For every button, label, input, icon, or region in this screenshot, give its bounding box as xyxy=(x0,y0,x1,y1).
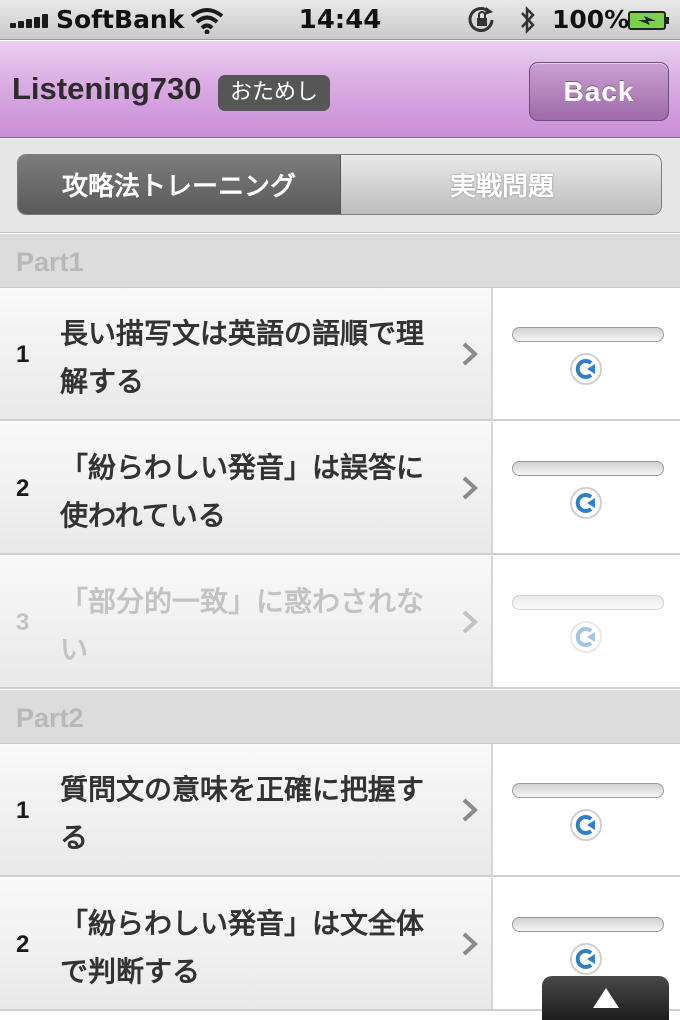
item-title: 質問文の意味を正確に把握する xyxy=(60,773,425,854)
scroll-to-top-button[interactable] xyxy=(542,976,669,1020)
arrow-up-icon xyxy=(592,988,619,1008)
segmented-control: 攻略法トレーニング 実戦問題 xyxy=(17,154,662,215)
progress-bar xyxy=(512,595,664,610)
item-number: 2 xyxy=(16,931,30,958)
item-number: 1 xyxy=(16,797,30,824)
progress-panel xyxy=(491,288,680,419)
section-header-part2: Part2 xyxy=(0,690,680,744)
item-title: 「紛らわしい発音」は文全体で判断する xyxy=(60,907,425,988)
item-title: 長い描写文は英語の語順で理解する xyxy=(60,317,425,398)
progress-bar xyxy=(512,327,664,342)
progress-bar xyxy=(512,461,664,476)
rotation-lock-icon xyxy=(468,7,494,32)
trial-badge: おためし xyxy=(218,75,331,111)
navigation-bar: Listening730 おためし Back xyxy=(0,41,680,138)
progress-panel xyxy=(491,744,680,875)
chevron-right-icon xyxy=(462,610,478,634)
replay-icon[interactable] xyxy=(569,352,603,386)
segment-bar: 攻略法トレーニング 実戦問題 xyxy=(0,139,680,233)
list-item[interactable]: 2 「紛らわしい発音」は誤答に使われている xyxy=(0,422,680,555)
chevron-right-icon xyxy=(462,476,478,500)
replay-icon[interactable] xyxy=(569,808,603,842)
progress-panel xyxy=(491,422,680,553)
bluetooth-icon xyxy=(521,5,535,35)
app-title: Listening730 xyxy=(12,71,202,106)
progress-bar xyxy=(512,917,664,932)
chevron-right-icon xyxy=(462,342,478,366)
section-header-part1: Part1 xyxy=(0,234,680,288)
replay-icon[interactable] xyxy=(569,942,603,976)
item-title: 「部分的一致」に惑わされない xyxy=(60,585,425,666)
chevron-right-icon xyxy=(462,932,478,956)
status-bar: SoftBank 14:44 100% xyxy=(0,0,680,40)
progress-bar xyxy=(512,783,664,798)
battery-charging-icon xyxy=(628,11,669,30)
tab-practice-questions[interactable]: 実戦問題 xyxy=(341,155,661,214)
battery-percent: 100% xyxy=(552,5,630,34)
replay-icon[interactable] xyxy=(569,486,603,520)
list-item: 3 「部分的一致」に惑わされない xyxy=(0,556,680,689)
item-number: 3 xyxy=(16,609,30,636)
item-number: 2 xyxy=(16,475,30,502)
list-item[interactable]: 1 長い描写文は英語の語順で理解する xyxy=(0,288,680,421)
item-number: 1 xyxy=(16,341,30,368)
replay-icon xyxy=(570,621,602,653)
back-button[interactable]: Back xyxy=(529,62,669,121)
list-item[interactable]: 1 質問文の意味を正確に把握する xyxy=(0,744,680,877)
chevron-right-icon xyxy=(462,798,478,822)
progress-panel xyxy=(491,556,680,687)
item-title: 「紛らわしい発音」は誤答に使われている xyxy=(60,451,425,532)
tab-strategy-training[interactable]: 攻略法トレーニング xyxy=(18,155,341,214)
